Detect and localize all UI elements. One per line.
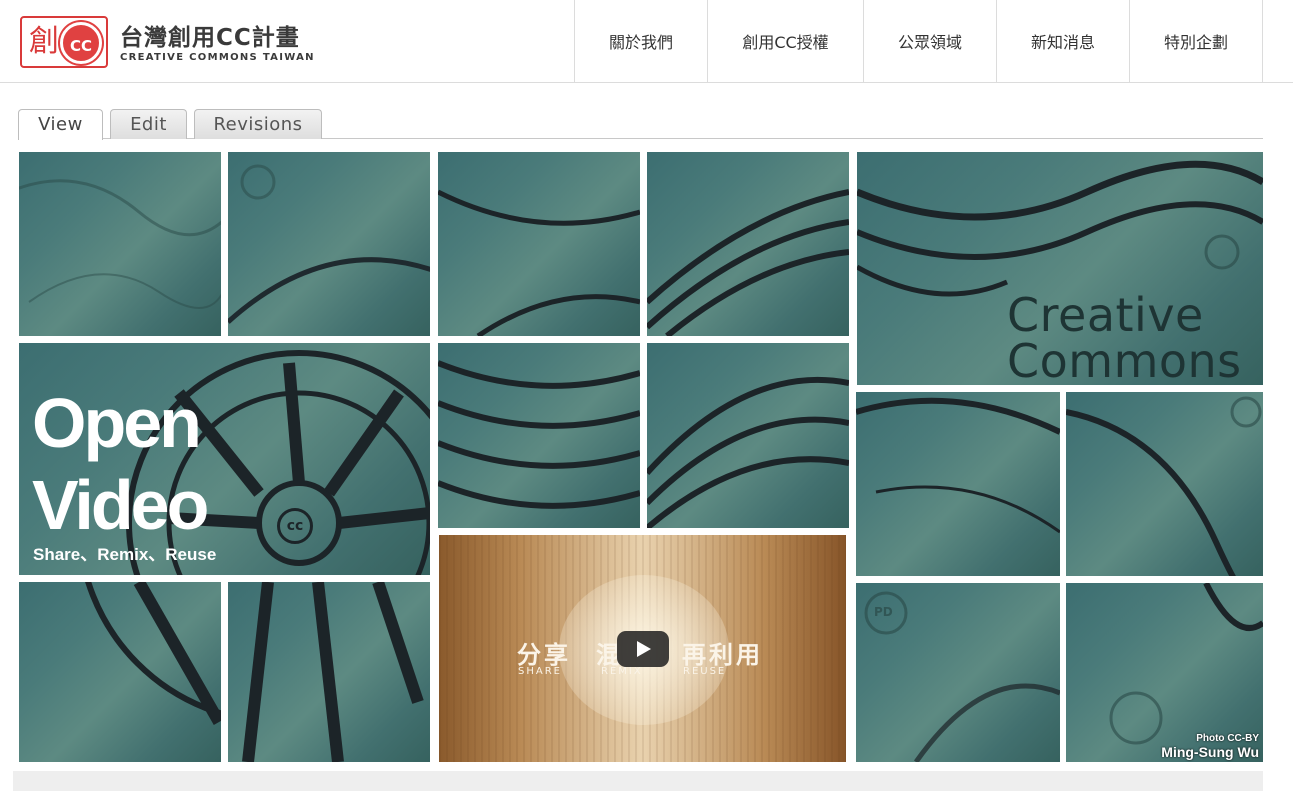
banner-tile [438, 343, 640, 528]
headline-tagline: Share、Remix、Reuse [33, 545, 217, 564]
photo-credit: Photo CC-BY Ming-Sung Wu [1161, 733, 1259, 760]
photo-credit-license: Photo CC-BY [1196, 733, 1259, 744]
page-tabs: View Edit Revisions [18, 108, 1263, 140]
nav-item-public-domain[interactable]: 公眾領域 [864, 0, 997, 82]
cc-wheel-icon: cc [277, 508, 313, 544]
nav-item-about[interactable]: 關於我們 [575, 0, 708, 82]
logo-seal: 創 [29, 24, 59, 59]
logo-mark: 創 CC [20, 16, 108, 68]
site-logo[interactable]: 創 CC 台灣創用CC計畫 CREATIVE COMMONS TAIWAN [20, 16, 340, 68]
pd-badge: PD [874, 605, 893, 619]
headline-open: Open [32, 384, 202, 462]
nav-item-licenses[interactable]: 創用CC授權 [708, 0, 864, 82]
video-word-share: 分享 [517, 641, 571, 669]
site-header: 創 CC 台灣創用CC計畫 CREATIVE COMMONS TAIWAN 關於… [0, 0, 1293, 83]
banner-tile [19, 582, 221, 762]
banner-tile: PD [856, 583, 1060, 762]
video-word-remix-sub: REMIX [601, 666, 643, 677]
banner-tile [647, 152, 849, 336]
logo-subtitle: CREATIVE COMMONS TAIWAN [120, 52, 315, 63]
banner-tile [647, 343, 849, 528]
play-icon [637, 641, 651, 657]
photo-credit-author: Ming-Sung Wu [1161, 744, 1259, 760]
banner-tile [438, 152, 640, 336]
logo-title: 台灣創用CC計畫 [120, 25, 300, 51]
video-word-reuse-sub: REUSE [683, 666, 727, 677]
video-word-reuse: 再利用 [682, 641, 763, 669]
tab-revisions[interactable]: Revisions [194, 109, 322, 139]
hero-banner: PD Photo CC-BY Ming-Sung Wu Open Video S… [19, 152, 1263, 762]
brand-creative: Creative [1007, 288, 1204, 342]
banner-tile: Photo CC-BY Ming-Sung Wu [1066, 583, 1263, 762]
tab-view[interactable]: View [18, 109, 103, 140]
play-button[interactable] [617, 631, 669, 667]
nav-item-news[interactable]: 新知消息 [997, 0, 1130, 82]
tab-edit[interactable]: Edit [110, 109, 187, 139]
brand-commons: Commons [1007, 334, 1242, 388]
banner-tile [228, 152, 430, 336]
headline-video: Video [32, 466, 209, 544]
video-word-share-sub: SHARE [518, 666, 562, 677]
footer-bar [13, 771, 1263, 791]
banner-tile [1066, 392, 1263, 576]
embedded-video[interactable]: 分享 SHARE 混 REMIX 再利用 REUSE [439, 535, 846, 762]
nav-item-special[interactable]: 特別企劃 [1130, 0, 1263, 82]
banner-tile [228, 582, 430, 762]
cc-logo-icon: CC [60, 22, 102, 64]
banner-tile [19, 152, 221, 336]
banner-tile [856, 392, 1060, 576]
main-nav: 關於我們 創用CC授權 公眾領域 新知消息 特別企劃 [574, 0, 1263, 82]
